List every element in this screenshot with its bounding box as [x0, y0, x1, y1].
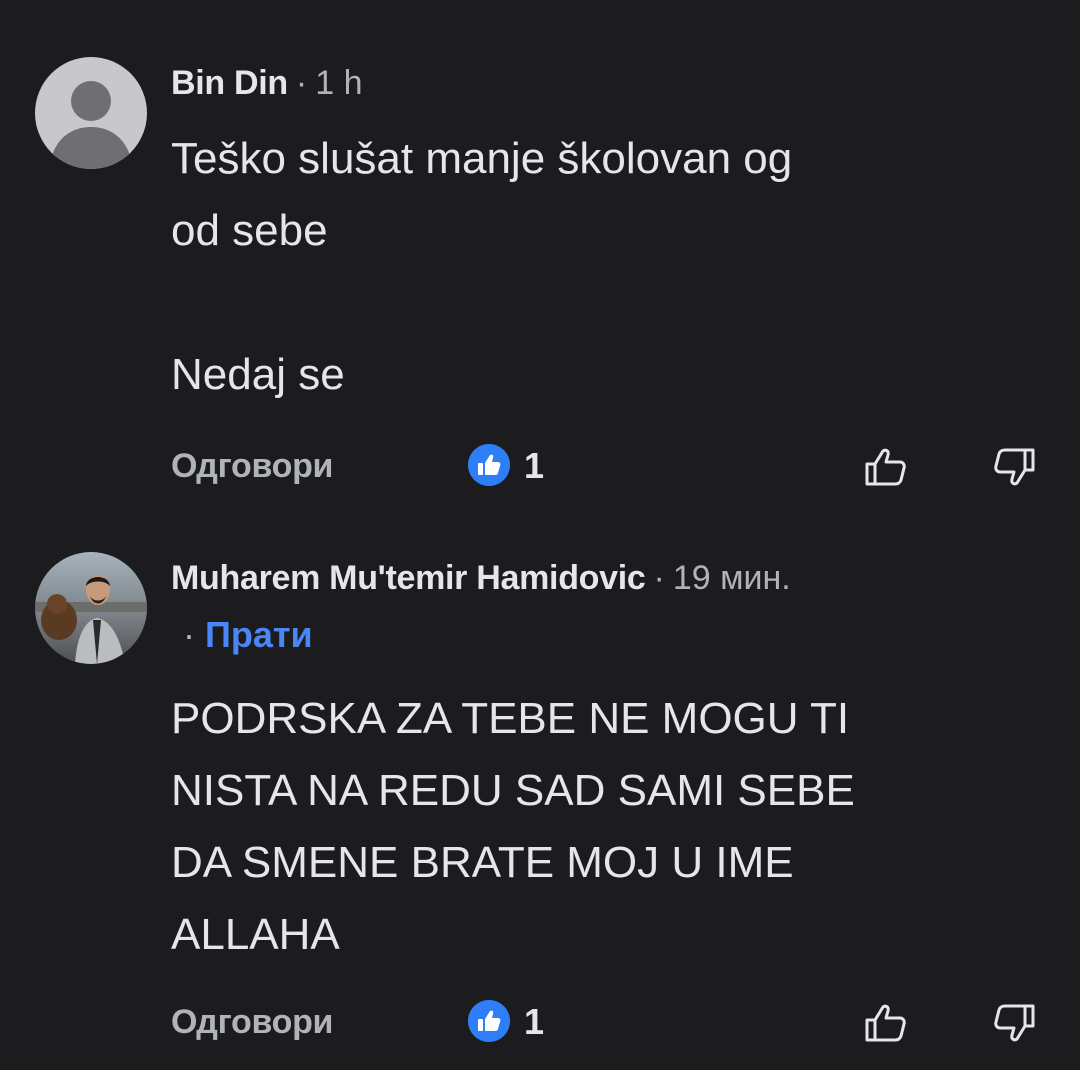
thumbs-up-icon[interactable] — [862, 443, 910, 491]
comment-text: Teško slušat manje školovan og od sebe N… — [171, 123, 1041, 411]
comment-line: od sebe — [171, 206, 328, 255]
comment-actions: Одговори 1 — [0, 993, 1080, 1053]
comment-header: Muharem Mu'temir Hamidovic · 19 мин. — [171, 558, 791, 598]
comment-line: PODRSKA ZA TEBE NE MOGU TI — [171, 694, 850, 743]
comment-line — [171, 267, 1041, 339]
thumbs-down-icon[interactable] — [990, 999, 1038, 1047]
reaction-count[interactable]: 1 — [524, 1001, 544, 1043]
comment-line: ALLAHA — [171, 910, 340, 959]
like-reaction-icon[interactable] — [468, 444, 510, 486]
reaction-count[interactable]: 1 — [524, 445, 544, 487]
default-avatar-icon[interactable] — [35, 57, 147, 169]
reply-button[interactable]: Одговори — [171, 1003, 333, 1042]
author-name[interactable]: Muharem Mu'temir Hamidovic — [171, 559, 646, 597]
comment-line: Teško slušat manje školovan og — [171, 134, 793, 183]
thumbs-down-icon[interactable] — [990, 443, 1038, 491]
separator: · — [183, 614, 195, 655]
timestamp[interactable]: 1 h — [315, 64, 362, 102]
comment-text: PODRSKA ZA TEBE NE MOGU TI NISTA NA REDU… — [171, 683, 1041, 971]
like-reaction-icon[interactable] — [468, 1000, 510, 1042]
reply-button[interactable]: Одговори — [171, 447, 333, 486]
profile-photo-avatar[interactable] — [35, 552, 147, 664]
separator: · — [295, 64, 308, 102]
comment-line: NISTA NA REDU SAD SAMI SEBE — [171, 766, 855, 815]
comment-header: Bin Din · 1 h — [171, 63, 362, 103]
comment-actions: Одговори 1 — [0, 437, 1080, 497]
author-name[interactable]: Bin Din — [171, 64, 288, 102]
separator: · — [653, 559, 665, 597]
thumbs-up-icon[interactable] — [862, 999, 910, 1047]
follow-button[interactable]: Прати — [205, 614, 313, 655]
timestamp[interactable]: 19 мин. — [673, 559, 791, 597]
comment-line: DA SMENE BRATE MOJ U IME — [171, 838, 794, 887]
comment-line: Nedaj se — [171, 350, 345, 399]
follow-line: · Прати — [183, 613, 313, 657]
